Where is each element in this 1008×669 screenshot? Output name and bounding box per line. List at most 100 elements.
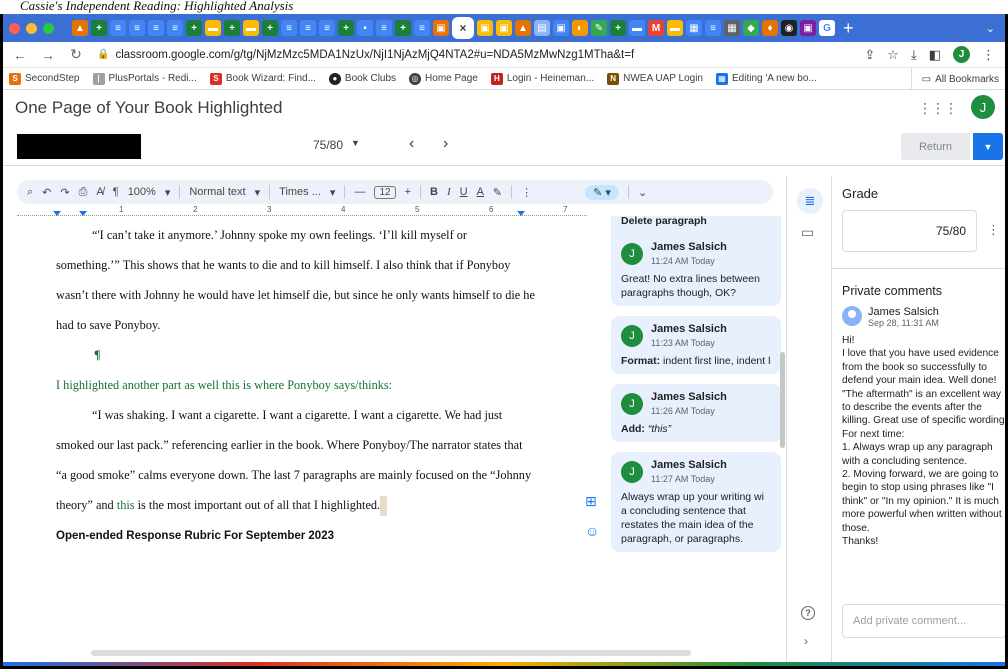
- bold-button[interactable]: B: [430, 186, 438, 198]
- forward-arrow-icon[interactable]: →: [41, 47, 55, 63]
- chevron-right-icon[interactable]: ›: [804, 634, 808, 648]
- tab-favicon[interactable]: ▬: [629, 20, 645, 36]
- sidebar-icon[interactable]: ◧: [929, 47, 941, 63]
- editing-mode-toggle[interactable]: ✎ ▾: [585, 184, 619, 200]
- comments-list-icon[interactable]: ≣: [797, 188, 823, 214]
- zoom-select[interactable]: 100%: [128, 186, 156, 198]
- next-student-icon[interactable]: ›: [443, 135, 448, 153]
- all-bookmarks-button[interactable]: ▭ All Bookmarks: [910, 68, 999, 89]
- tab-favicon[interactable]: ▲: [515, 20, 531, 36]
- grade-input[interactable]: 75/80: [842, 210, 977, 252]
- user-avatar[interactable]: J: [971, 95, 995, 119]
- download-icon[interactable]: ⤓: [911, 47, 917, 63]
- tab-favicon[interactable]: +: [395, 20, 411, 36]
- tab-favicon[interactable]: +: [610, 20, 626, 36]
- collapse-toolbar-chevron-icon[interactable]: ⌄: [638, 186, 647, 199]
- grade-options-icon[interactable]: ⋮: [987, 222, 1000, 238]
- tab-favicon[interactable]: +: [186, 20, 202, 36]
- tab-favicon[interactable]: ▬: [205, 20, 221, 36]
- tab-favicon[interactable]: ▦: [686, 20, 702, 36]
- more-options-icon[interactable]: ⋮: [521, 186, 532, 199]
- tab-favicon[interactable]: ▬: [243, 20, 259, 36]
- back-arrow-icon[interactable]: ←: [13, 47, 27, 63]
- bookmark-item[interactable]: ◎ Home Page: [409, 72, 478, 85]
- increase-font-icon[interactable]: +: [405, 186, 411, 198]
- tab-favicon[interactable]: ≡: [376, 20, 392, 36]
- minimize-window-button[interactable]: [26, 22, 37, 34]
- bookmark-item[interactable]: ● Book Clubs: [328, 72, 396, 85]
- help-icon[interactable]: ?: [801, 606, 815, 620]
- return-options-caret-icon[interactable]: ▼: [973, 133, 1003, 160]
- tab-favicon[interactable]: +: [262, 20, 278, 36]
- previous-student-icon[interactable]: ‹: [409, 135, 414, 153]
- tab-favicon[interactable]: ▬: [667, 20, 683, 36]
- url-field[interactable]: 🔒 classroom.google.com/g/tg/NjMzMzc5MDA1…: [97, 45, 850, 65]
- font-select[interactable]: Times ...: [279, 186, 321, 198]
- tab-favicon[interactable]: ▣: [496, 20, 512, 36]
- tab-favicon[interactable]: ▪: [357, 20, 373, 36]
- spellcheck-icon[interactable]: A̸: [96, 186, 103, 198]
- tab-favicon[interactable]: ▣: [433, 20, 449, 36]
- apps-grid-icon[interactable]: ⋮⋮⋮: [918, 100, 958, 117]
- paint-format-icon[interactable]: ¶: [113, 186, 119, 198]
- tab-favicon[interactable]: ≡: [319, 20, 335, 36]
- tab-favicon[interactable]: ▣: [800, 20, 816, 36]
- tab-favicon[interactable]: ▣: [477, 20, 493, 36]
- maximize-window-button[interactable]: [43, 22, 54, 34]
- kebab-menu-icon[interactable]: ⋮: [982, 47, 995, 63]
- student-dropdown-caret-icon[interactable]: ▼: [351, 138, 360, 148]
- tab-favicon[interactable]: +: [338, 20, 354, 36]
- tab-favicon[interactable]: +: [91, 20, 107, 36]
- browser-profile-avatar[interactable]: J: [953, 46, 970, 63]
- comment-card[interactable]: J James Salsich 11:27 AM Today Always wra…: [611, 452, 781, 552]
- horizontal-scrollbar[interactable]: [91, 650, 691, 656]
- tab-favicon[interactable]: ◐: [572, 20, 588, 36]
- right-indent-marker[interactable]: [517, 211, 525, 216]
- tab-search-chevron-icon[interactable]: ⌄: [986, 22, 995, 35]
- tab-favicon[interactable]: ♦: [762, 20, 778, 36]
- tab-favicon[interactable]: ≡: [281, 20, 297, 36]
- bookmark-item[interactable]: ▦ Editing 'A new bo...: [716, 72, 817, 85]
- undo-icon[interactable]: ↶: [42, 186, 51, 199]
- active-tab-close-icon[interactable]: ×: [452, 17, 474, 39]
- return-button[interactable]: Return: [901, 133, 970, 160]
- comments-scrollbar[interactable]: [780, 352, 785, 448]
- tab-favicon[interactable]: ≡: [300, 20, 316, 36]
- tab-favicon[interactable]: M: [648, 20, 664, 36]
- tab-favicon[interactable]: ▲: [72, 20, 88, 36]
- text-color-button[interactable]: A: [477, 186, 484, 198]
- font-size-input[interactable]: 12: [374, 185, 396, 199]
- tab-favicon[interactable]: ▤: [534, 20, 550, 36]
- tab-favicon[interactable]: ≡: [167, 20, 183, 36]
- tab-favicon[interactable]: ◉: [781, 20, 797, 36]
- comment-card[interactable]: Delete paragraph J James Salsich 11:24 AM…: [611, 216, 781, 306]
- tab-favicon[interactable]: ◆: [743, 20, 759, 36]
- tab-favicon[interactable]: ≡: [110, 20, 126, 36]
- left-indent-marker[interactable]: [53, 211, 61, 216]
- bookmark-item[interactable]: N NWEA UAP Login: [607, 72, 703, 85]
- emoji-reaction-icon[interactable]: ☺: [585, 523, 599, 539]
- tab-favicon[interactable]: ≡: [414, 20, 430, 36]
- comment-card[interactable]: J James Salsich 11:26 AM Today Add: “this…: [611, 384, 781, 442]
- highlight-pen-icon[interactable]: ✎: [493, 186, 502, 199]
- tab-favicon[interactable]: +: [224, 20, 240, 36]
- underline-button[interactable]: U: [460, 186, 468, 198]
- reload-icon[interactable]: ↻: [69, 46, 83, 63]
- share-icon[interactable]: ⇪: [864, 47, 875, 63]
- star-icon[interactable]: ☆: [887, 47, 899, 63]
- bookmark-item[interactable]: S Book Wizard: Find...: [209, 72, 316, 85]
- italic-button[interactable]: I: [447, 186, 451, 198]
- bookmark-item[interactable]: | PlusPortals - Redi...: [92, 72, 197, 85]
- first-line-indent-marker[interactable]: [79, 211, 87, 216]
- new-tab-icon[interactable]: +: [843, 18, 854, 39]
- document-body[interactable]: “'I can’t take it anymore.’ Johnny spoke…: [56, 220, 581, 542]
- private-comment-input[interactable]: Add private comment...: [842, 604, 1005, 638]
- tab-favicon[interactable]: ▣: [553, 20, 569, 36]
- add-comment-rail-icon[interactable]: ▭: [801, 224, 814, 241]
- tab-favicon[interactable]: ≡: [129, 20, 145, 36]
- comment-card[interactable]: J James Salsich 11:23 AM Today Format: in…: [611, 316, 781, 374]
- tab-favicon[interactable]: G: [819, 20, 835, 36]
- tab-favicon[interactable]: ✎: [591, 20, 607, 36]
- bookmark-item[interactable]: S SecondStep: [9, 72, 80, 85]
- redo-icon[interactable]: ↷: [60, 186, 69, 199]
